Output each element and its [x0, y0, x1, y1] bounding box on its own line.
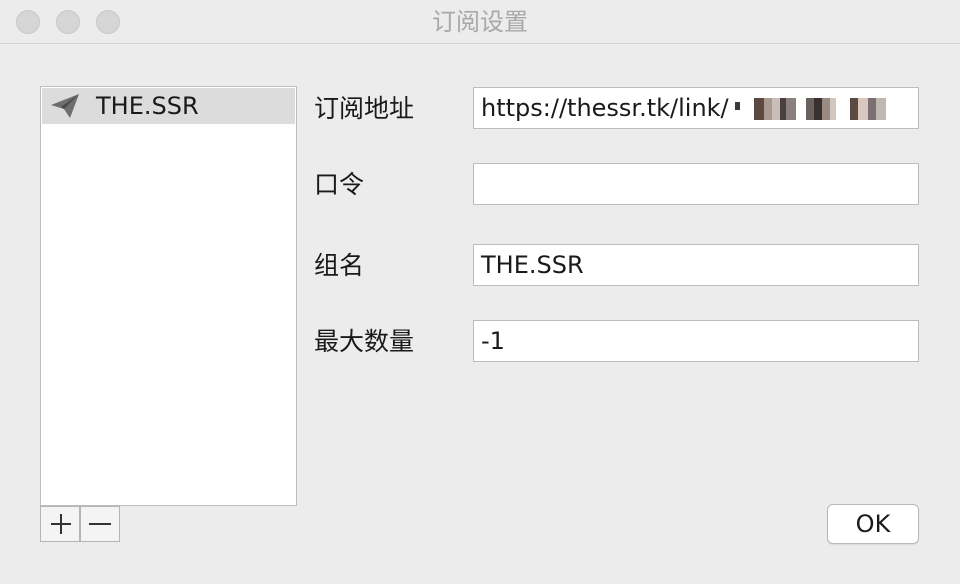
subscription-list[interactable]: THE.SSR — [40, 86, 297, 506]
paper-plane-icon — [50, 93, 80, 119]
obscured-url-token — [733, 98, 886, 120]
list-item-the-ssr[interactable]: THE.SSR — [42, 88, 295, 124]
max-count-label: 最大数量 — [314, 327, 415, 356]
url-field[interactable]: https://thessr.tk/link/ — [473, 87, 919, 129]
url-label: 订阅地址 — [314, 94, 415, 123]
password-field[interactable] — [473, 163, 919, 205]
window-title: 订阅设置 — [432, 8, 528, 36]
add-subscription-button[interactable] — [40, 506, 80, 542]
title-bar: 订阅设置 — [0, 0, 960, 44]
password-label: 口令 — [314, 170, 365, 199]
url-field-value: https://thessr.tk/link/ — [481, 94, 729, 122]
group-name-label: 组名 — [314, 251, 365, 280]
ok-button[interactable]: OK — [827, 504, 919, 544]
list-item-label: THE.SSR — [96, 92, 199, 120]
group-name-field[interactable]: THE.SSR — [473, 244, 919, 286]
remove-subscription-button[interactable] — [80, 506, 120, 542]
subscription-settings-window: 订阅设置 THE.SSR 订阅地址 https://thessr.tk/link… — [0, 0, 960, 584]
max-count-field[interactable]: -1 — [473, 320, 919, 362]
